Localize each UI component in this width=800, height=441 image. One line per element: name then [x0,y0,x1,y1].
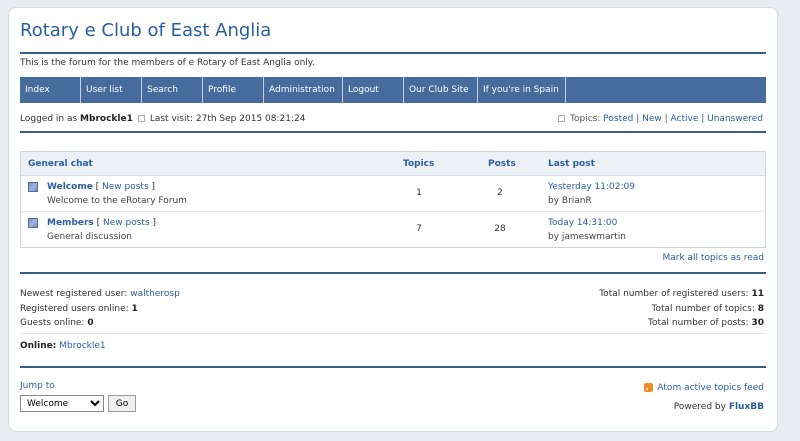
last-post-link[interactable]: Yesterday 11:02:09 [548,182,635,192]
newest-user-label: Newest registered user: [20,289,128,299]
board-description: This is the forum for the members of e R… [20,58,315,68]
fluxbb-link[interactable]: FluxBB [729,402,764,412]
topics-count: 7 [416,224,422,234]
last-post-time[interactable]: Today 14:31:00 [548,218,617,228]
nav-item-search[interactable]: Search [142,77,203,103]
go-button[interactable]: Go [108,395,136,412]
title-divider [20,52,766,54]
forum-table: General chat Topics Posts Last post Welc… [20,151,766,248]
nav-item-our-club-site[interactable]: Our Club Site [404,77,478,103]
guests-online-label: Guests online: [20,318,85,328]
newest-user: Newest registered user: waltherosp [20,289,180,299]
powered-by-label: Powered by [673,402,726,412]
table-header: General chat Topics Posts Last post [21,152,765,176]
nav-item-user-list[interactable]: User list [81,77,142,103]
nav-item-logout[interactable]: Logout [343,77,404,103]
topics-label: Topics: [570,114,601,124]
link-active[interactable]: Active [671,114,699,124]
nav-label: User list [86,85,123,95]
posts-count: 2 [497,188,503,198]
bullet-icon [137,114,145,122]
registered-online: Registered users online: 1 [20,304,138,314]
main-nav: Index User list Search Profile Administr… [20,77,766,103]
newest-user-link[interactable]: waltherosp [130,289,180,299]
last-post-time[interactable]: Yesterday 11:02:09 [548,182,635,192]
total-users-label: Total number of registered users: [599,289,749,299]
forum-link-welcome[interactable]: Welcome [47,182,93,192]
atom-feed-link[interactable]: Atom active topics feed [657,383,764,393]
posts-count: 28 [494,224,506,234]
section-divider [20,272,766,274]
forum-description: Welcome to the eRotary Forum [47,196,187,206]
category-header: General chat [28,159,93,169]
link-unanswered[interactable]: Unanswered [707,114,763,124]
forum-title: Welcome [ New posts ] [47,182,156,192]
section-divider [20,131,766,133]
nav-item-index[interactable]: Index [20,77,81,103]
guests-online-count: 0 [87,318,94,328]
registered-online-label: Registered users online: [20,304,129,314]
link-posted[interactable]: Posted [603,114,633,124]
atom-feed: Atom active topics feed [644,383,764,393]
guests-online: Guests online: 0 [20,318,94,328]
forum-link-members[interactable]: Members [47,218,94,228]
mark-all-read-link[interactable]: Mark all topics as read [662,253,764,263]
powered-by: Powered by FluxBB [674,402,764,412]
section-divider [20,366,766,368]
total-users-count: 11 [751,289,764,299]
topics-links: Topics: Posted | New | Active | Unanswer… [553,114,763,124]
total-topics-count: 8 [757,304,764,314]
current-username: Mbrockle1 [80,114,133,124]
online-users: Online: Mbrockle1 [20,341,106,351]
nav-item-spain[interactable]: If you're in Spain [478,77,566,103]
last-post-header: Last post [548,159,595,169]
total-topics-label: Total number of topics: [651,304,755,314]
nav-label: Profile [208,85,236,95]
forum-icon [28,182,38,192]
jump-to-label: Jump to [20,381,55,391]
nav-label: Administration [269,85,335,95]
total-topics: Total number of topics: 8 [652,304,764,314]
bullet-icon [558,114,566,122]
posts-header: Posts [488,159,516,169]
forum-icon [28,218,38,228]
last-post-author: by jameswmartin [548,232,626,242]
last-post-author: by BrianR [548,196,592,206]
total-users: Total number of registered users: 11 [599,289,764,299]
nav-item-profile[interactable]: Profile [203,77,264,103]
last-visit: Last visit: 27th Sep 2015 08:21:24 [149,114,306,124]
table-row: Members [ New posts ] General discussion… [21,212,765,247]
total-posts: Total number of posts: 30 [648,318,764,328]
last-post-link[interactable]: Today 14:31:00 [548,218,617,228]
page-container: Rotary e Club of East Anglia This is the… [8,7,778,432]
logged-in-label: Logged in as [20,114,78,124]
thin-divider [20,333,766,334]
jump-to-select[interactable]: Welcome [20,395,104,412]
nav-item-administration[interactable]: Administration [264,77,343,103]
new-posts-link[interactable]: New posts [102,182,149,192]
total-posts-count: 30 [751,318,764,328]
nav-label: Search [147,85,178,95]
topics-header: Topics [403,159,435,169]
registered-online-count: 1 [131,304,138,314]
new-posts-link[interactable]: New posts [103,218,150,228]
nav-label: If you're in Spain [483,85,559,95]
nav-label: Our Club Site [409,85,469,95]
topics-count: 1 [416,188,422,198]
table-row: Welcome [ New posts ] Welcome to the eRo… [21,176,765,212]
online-label: Online: [20,341,57,351]
rss-icon [644,383,654,392]
forum-title: Members [ New posts ] [47,218,157,228]
page-title: Rotary e Club of East Anglia [20,20,272,41]
login-status: Logged in as Mbrockle1 Last visit: 27th S… [20,114,305,124]
link-new[interactable]: New [642,114,662,124]
nav-label: Logout [348,85,379,95]
total-posts-label: Total number of posts: [648,318,749,328]
online-user-link[interactable]: Mbrockle1 [59,341,105,351]
forum-description: General discussion [47,232,132,242]
nav-label: Index [25,85,50,95]
